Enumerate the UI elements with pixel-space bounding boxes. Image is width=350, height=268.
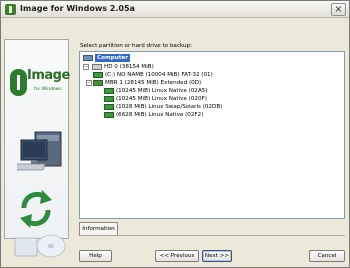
tree-item-partition[interactable]: (1028 MiB) Linux Swap/Solaris (02DB)	[104, 103, 324, 111]
partition-icon	[104, 112, 114, 118]
tab-information[interactable]: Information	[79, 222, 118, 235]
tree-item-label: HD 0 (38154 MiB)	[104, 64, 154, 70]
collapse-icon[interactable]: −	[86, 80, 92, 86]
partition-tree[interactable]: Computer − HD 0 (38154 MiB) (C:) NO NAME…	[79, 51, 345, 219]
previous-button[interactable]: << Previous	[155, 250, 199, 262]
logo-subtitle: for Windows	[34, 87, 62, 92]
tree-item-label: (6628 MiB) Linux Native (02F2)	[116, 112, 204, 118]
next-button[interactable]: Next >>	[202, 250, 232, 262]
tree-item-partition[interactable]: (C:) NO NAME (10004 MiB) FAT-32 (01)	[93, 71, 323, 79]
refresh-arrows-icon	[20, 190, 52, 228]
computer-icon	[83, 55, 93, 61]
disc-icon	[14, 234, 66, 258]
partition-icon	[93, 72, 103, 78]
tree-item-partition[interactable]: (6628 MiB) Linux Native (02F2)	[104, 111, 324, 119]
partition-icon	[104, 88, 114, 94]
partition-icon	[104, 96, 114, 102]
logo-text: Image	[27, 68, 70, 83]
hard-drive-icon	[92, 64, 102, 70]
tree-item-partition[interactable]: (10245 MiB) Linux Native (020F)	[104, 95, 324, 103]
tree-item-label: MBR 1 (28145 MiB) Extended (0D)	[105, 80, 202, 86]
close-button[interactable]: ×	[331, 3, 346, 16]
backup-prompt: Select partition or hard drive to backup…	[80, 43, 192, 49]
app-icon	[5, 4, 16, 15]
tree-item-partition[interactable]: (10245 MiB) Linux Native (02A5)	[104, 87, 324, 95]
app-window: Image for Windows 2.05a × Image for Wind…	[0, 0, 350, 268]
partition-icon	[104, 104, 114, 110]
title-bar: Image for Windows 2.05a ×	[1, 1, 349, 18]
collapse-icon[interactable]: −	[83, 64, 89, 70]
window-title: Image for Windows 2.05a	[20, 4, 135, 13]
tree-item-label: Computer	[95, 54, 130, 62]
partition-icon	[93, 80, 103, 86]
divider	[79, 235, 345, 236]
help-button[interactable]: Help	[79, 250, 112, 262]
tree-item-label: (C:) NO NAME (10004 MiB) FAT-32 (01)	[105, 72, 213, 78]
monitor-icon	[17, 131, 62, 171]
cancel-button[interactable]: Cancel	[309, 250, 345, 262]
sidebar-panel: Image for Windows	[4, 39, 70, 258]
tree-item-computer[interactable]: Computer	[83, 54, 183, 62]
tree-item-label: (1028 MiB) Linux Swap/Solaris (02DB)	[116, 104, 223, 110]
tree-item-hd[interactable]: − HD 0 (38154 MiB)	[83, 63, 283, 71]
image-logo-icon	[10, 69, 27, 96]
tree-item-label: (10245 MiB) Linux Native (02A5)	[116, 88, 208, 94]
tree-item-label: (10245 MiB) Linux Native (020F)	[116, 96, 207, 102]
tree-item-partition[interactable]: − MBR 1 (28145 MiB) Extended (0D)	[86, 79, 316, 87]
